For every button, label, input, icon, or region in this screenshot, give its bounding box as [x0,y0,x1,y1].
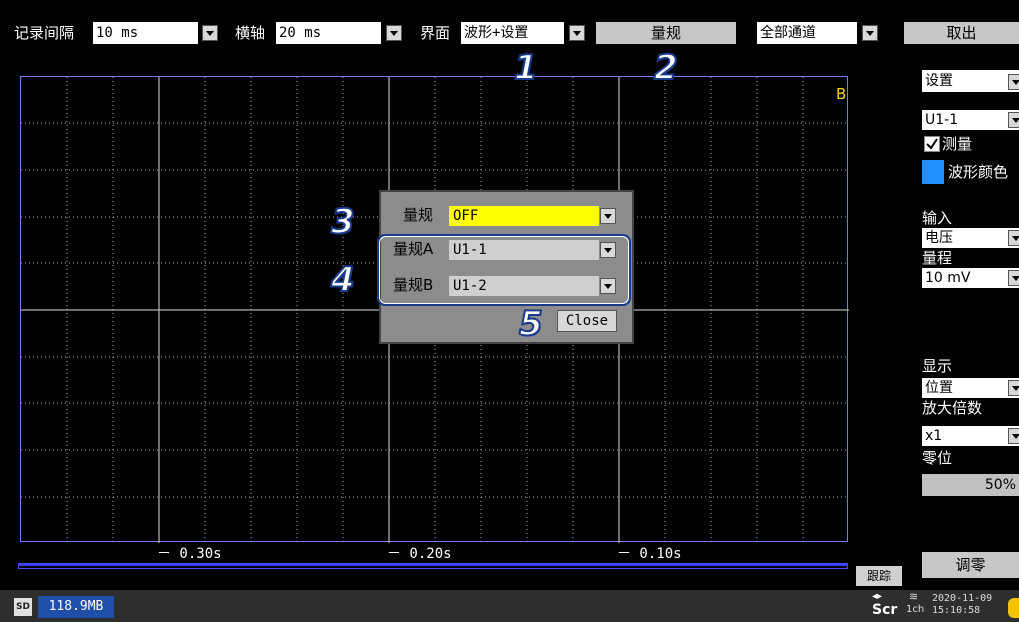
x-tick-label: － 0.30s [157,546,222,562]
range-label: 量程 [922,249,953,267]
x-tick-label: － 0.20s [387,546,452,562]
cursor-b-marker[interactable]: B [836,85,846,103]
zero-value-input[interactable]: 50% [922,474,1019,496]
sd-card-icon: SD [14,598,32,616]
cursor-b-label: 量规B [393,276,434,294]
channels-select[interactable]: 全部通道 [757,22,857,44]
callout-number: 5 [518,304,544,344]
close-button[interactable]: Close [557,310,617,332]
scroll-arrows-icon: ◂▸ [872,591,883,602]
cursor-a-dropdown-icon[interactable] [600,242,616,258]
zoom-label: 放大倍数 [922,399,983,417]
check-icon [926,138,938,150]
input-label: 输入 [922,209,953,227]
record-interval-label: 记录间隔 [14,24,75,42]
screen-dropdown-icon[interactable] [569,25,585,41]
screen-label: 界面 [420,24,451,42]
cursor-settings-dialog: 量规 OFF 量规A U1-1 量规B U1-2 Close [377,190,634,344]
display-dropdown-icon[interactable] [1008,380,1019,396]
cursor-mode-select[interactable]: OFF [449,206,599,226]
status-bar: SD 118.9MB ◂▸ Scr ≋ 1ch 2020-11-09 15:10… [0,590,1019,622]
record-interval-select[interactable]: 10 ms [93,22,198,44]
settings-panel: 设置 U1-1 测量 波形颜色 输入 电压 量程 10 mV 显示 位置 放大倍… [906,50,1019,590]
measure-checkbox[interactable] [924,136,940,152]
channels-dropdown-icon[interactable] [862,25,878,41]
range-dropdown-icon[interactable] [1008,270,1019,286]
screen-select[interactable]: 波形+设置 [461,22,564,44]
memory-indicator: 118.9MB [38,596,114,618]
scr-label: Scr [872,602,898,618]
cursor-a-label: 量规A [393,240,434,258]
wifi-icon: ≋ [909,590,919,603]
channel-select[interactable]: U1-1 [922,110,1019,130]
cursor-b-dropdown-icon[interactable] [600,278,616,294]
display-select[interactable]: 位置 [922,378,1019,398]
zoom-select[interactable]: x1 [922,426,1019,446]
range-select[interactable]: 10 mV [922,268,1019,288]
callout-number: 3 [330,202,356,242]
top-toolbar: 记录间隔 10 ms 横轴 20 ms 界面 波形+设置 量规 全部通道 取出 [0,0,1019,50]
input-dropdown-icon[interactable] [1008,230,1019,246]
power-icon [1008,598,1019,618]
record-interval-dropdown-icon[interactable] [202,25,218,41]
wave-color-swatch[interactable] [922,160,944,184]
cursor-button[interactable]: 量规 [596,22,736,44]
zoom-dropdown-icon[interactable] [1008,428,1019,444]
cursor-a-select[interactable]: U1-1 [449,240,599,260]
time-label: 15:10:58 [932,605,981,616]
time-axis-select[interactable]: 20 ms [276,22,381,44]
x-tick-label: － 0.10s [617,546,682,562]
display-label: 显示 [922,357,953,375]
channel-count-label: 1ch [906,604,925,615]
callout-number: 2 [653,48,679,88]
measure-label: 测量 [942,135,973,153]
trace-button[interactable]: 跟踪 [856,566,902,586]
panel-mode-dropdown-icon[interactable] [1008,74,1019,90]
cursor-mode-dropdown-icon[interactable] [600,208,616,224]
cursor-label: 量规 [403,206,434,224]
wave-color-label: 波形颜色 [948,163,1009,181]
zero-adjust-button[interactable]: 调零 [922,552,1019,578]
callout-number: 1 [513,48,539,88]
date-label: 2020-11-09 [932,593,993,604]
time-axis-label: 横轴 [235,24,266,42]
input-select[interactable]: 电压 [922,228,1019,248]
cancel-button[interactable]: 取出 [904,22,1019,44]
zero-label: 零位 [922,449,953,467]
scroll-thumb[interactable] [18,564,848,566]
panel-mode-select[interactable]: 设置 [922,71,1002,91]
cursor-b-select[interactable]: U1-2 [449,276,599,296]
callout-number: 4 [330,260,356,300]
channel-dropdown-icon[interactable] [1008,112,1019,128]
time-axis-dropdown-icon[interactable] [386,25,402,41]
